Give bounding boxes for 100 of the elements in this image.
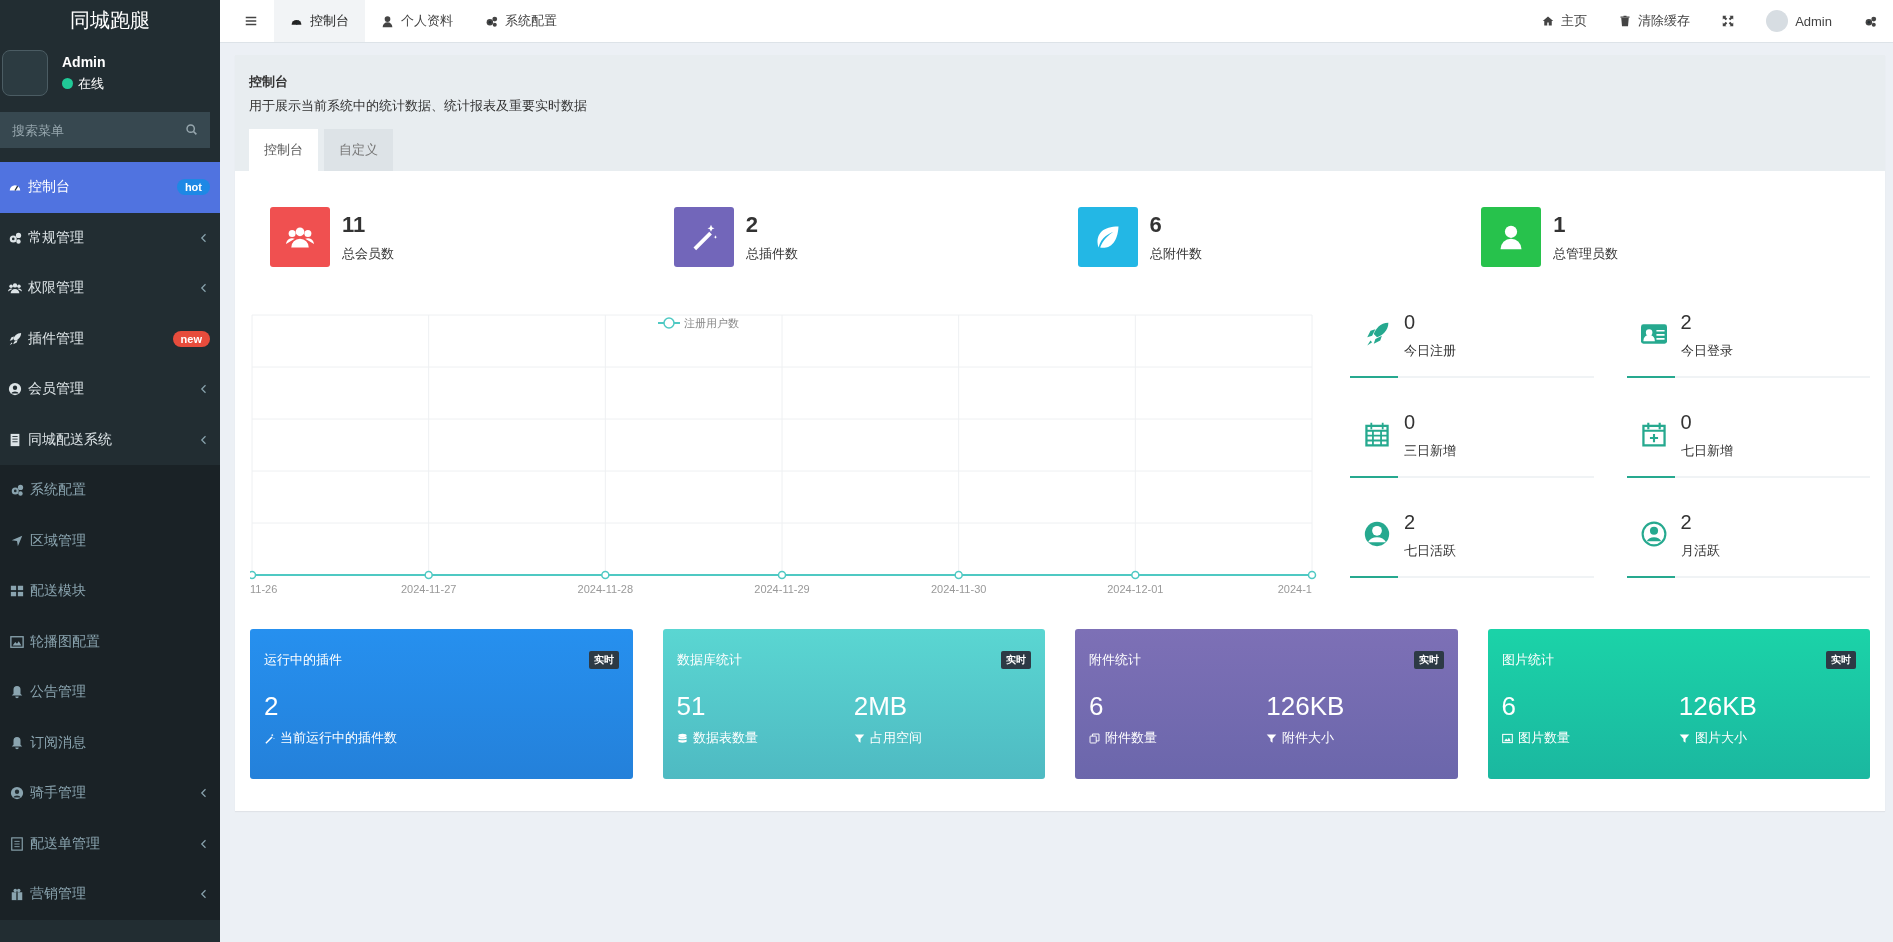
gears-icon <box>10 483 24 498</box>
search-icon <box>185 123 198 136</box>
activity-label: 三日新增 <box>1404 442 1456 460</box>
nav-link[interactable]: 主页 <box>1526 0 1604 42</box>
activity-value: 0 <box>1404 411 1417 434</box>
trash-icon <box>1619 15 1632 27</box>
gears-icon <box>8 230 22 245</box>
stat-value: 6 <box>1149 211 1163 238</box>
activity-value: 0 <box>1680 411 1693 434</box>
chart-legend[interactable]: 注册用户数 <box>657 317 739 329</box>
card-label: 附件大小 <box>1282 730 1335 747</box>
sidebar-item[interactable]: 权限管理 <box>0 263 220 314</box>
sidebar-item[interactable]: 会员管理 <box>0 364 220 415</box>
axis-label: 2024-11-30 <box>930 583 987 595</box>
user-circle-icon <box>8 382 22 397</box>
stat-label: 总会员数 <box>342 244 394 263</box>
activity-label: 今日登录 <box>1680 342 1733 360</box>
card-value: 6 <box>1501 691 1517 722</box>
card-title: 运行中的插件 <box>264 651 342 669</box>
image-icon <box>10 634 24 649</box>
activity-label: 月活跃 <box>1680 542 1720 560</box>
axis-label: 2024-12-01 <box>1107 583 1164 595</box>
sidebar-item[interactable]: 营销管理 <box>0 869 220 920</box>
card-label: 附件数量 <box>1105 730 1157 747</box>
filter-icon <box>1266 733 1278 744</box>
document-icon <box>8 432 22 447</box>
sidebar-item[interactable]: 订阅消息 <box>0 717 220 768</box>
sidebar-item[interactable]: 配送模块 <box>0 566 220 617</box>
axis-label: 2024-1 <box>1277 583 1312 595</box>
activity-label: 今日注册 <box>1404 342 1456 360</box>
sidebar-item[interactable]: 插件管理 new <box>0 313 220 364</box>
filter-icon <box>1678 733 1690 744</box>
sidebar-item[interactable]: 公告管理 <box>0 667 220 718</box>
card-value: 51 <box>676 691 707 722</box>
sidebar-item[interactable]: 系统配置 <box>0 465 220 516</box>
data-point <box>1131 570 1140 580</box>
sidebar-item[interactable]: 骑手管理 <box>0 768 220 819</box>
data-point <box>1307 570 1317 580</box>
axis-label: 2024-11-29 <box>754 583 810 595</box>
card-value: 126KB <box>1266 691 1346 722</box>
card-title: 图片统计 <box>1501 651 1554 669</box>
data-point <box>424 570 433 580</box>
axis-label: 2024-11-27 <box>400 583 457 595</box>
realtime-badge: 实时 <box>1413 651 1444 669</box>
user-circle-icon <box>1364 521 1390 547</box>
page-tab[interactable]: 控制台 <box>249 129 318 171</box>
data-point <box>777 570 787 580</box>
bell-icon <box>10 735 24 750</box>
card-label: 数据表数量 <box>692 730 758 747</box>
avatar-placeholder <box>2 50 48 96</box>
data-point <box>250 570 257 580</box>
stat-label: 总管理员数 <box>1553 244 1619 263</box>
card-value: 2 <box>264 691 280 722</box>
sidebar-item[interactable]: 控制台 hot <box>0 162 220 213</box>
filter-icon <box>853 733 865 744</box>
page-title: 控制台 <box>249 73 289 91</box>
bell-icon <box>10 685 24 700</box>
data-point <box>601 570 610 580</box>
menu-badge: hot <box>176 179 210 196</box>
home-icon <box>1542 15 1555 27</box>
list-icon <box>10 836 24 851</box>
realtime-badge: 实时 <box>1826 651 1856 669</box>
rocket-icon <box>8 331 22 346</box>
calendar-plus-icon <box>1640 421 1667 447</box>
settings-icon <box>1864 14 1877 28</box>
card-label: 图片数量 <box>1517 730 1570 747</box>
magic-wand-icon <box>264 733 275 744</box>
realtime-badge: 实时 <box>1001 651 1031 669</box>
sidebar-item[interactable]: 常规管理 <box>0 212 220 263</box>
card-value: 2MB <box>853 691 909 722</box>
stat-label: 总插件数 <box>745 244 798 263</box>
card-label: 图片大小 <box>1694 730 1747 747</box>
users-icon <box>8 281 22 296</box>
card-label: 占用空间 <box>869 730 922 747</box>
user-menu[interactable]: Admin <box>1750 0 1848 42</box>
user-status: 在线 <box>78 74 104 93</box>
search-field[interactable]: 搜索菜单 <box>0 112 210 148</box>
user-circle-icon <box>1640 521 1667 547</box>
page-tab[interactable]: 自定义 <box>324 129 393 171</box>
sidebar-item[interactable]: 同城配送系统 <box>0 414 220 465</box>
nav-tab[interactable]: 个人资料 <box>365 0 469 42</box>
id-card-icon <box>1640 321 1667 347</box>
user-circle-icon <box>10 786 24 801</box>
calendar-icon <box>1364 421 1390 447</box>
nav-tab[interactable]: 控制台 <box>274 0 365 42</box>
app-title: 同城跑腿 <box>69 7 151 33</box>
axis-label: 11-26 <box>250 583 278 595</box>
sidebar-item[interactable]: 轮播图配置 <box>0 616 220 667</box>
card-value: 6 <box>1089 691 1105 722</box>
sidebar-item[interactable]: 区域管理 <box>0 515 220 566</box>
sidebar-item[interactable]: 配送单管理 <box>0 818 220 869</box>
card-title: 附件统计 <box>1089 651 1141 669</box>
stat-label: 总附件数 <box>1149 244 1202 263</box>
card-title: 数据库统计 <box>676 651 742 669</box>
nav-link[interactable]: 清除缓存 <box>1603 0 1707 42</box>
gift-icon <box>10 887 24 902</box>
user-icon <box>381 14 394 28</box>
nav-tab[interactable]: 系统配置 <box>469 0 573 42</box>
menu-icon <box>244 14 258 28</box>
stat-value: 1 <box>1553 211 1567 238</box>
